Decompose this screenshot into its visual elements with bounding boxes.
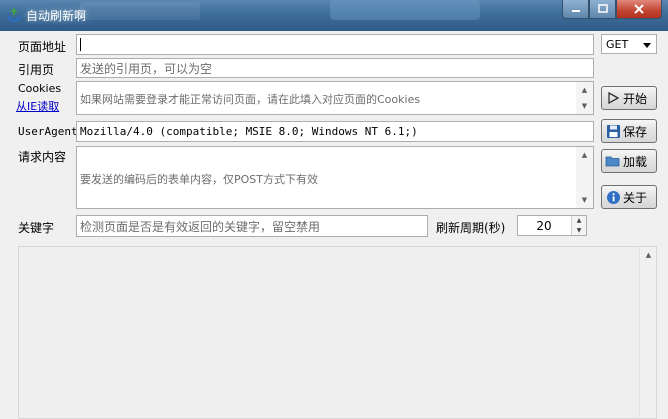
scroll-up-icon[interactable]: ▲ <box>640 248 657 262</box>
referer-placeholder: 发送的引用页，可以为空 <box>80 61 213 76</box>
useragent-input[interactable]: Mozilla/4.0 (compatible; MSIE 8.0; Windo… <box>76 121 594 142</box>
cookies-label: Cookies <box>18 82 62 95</box>
folder-icon <box>605 153 621 169</box>
keyword-input[interactable]: 检测页面是否是有效返回的关键字，留空禁用 <box>76 215 428 237</box>
play-icon <box>605 90 621 106</box>
url-input[interactable] <box>76 34 594 55</box>
info-icon <box>605 189 621 205</box>
useragent-value: Mozilla/4.0 (compatible; MSIE 8.0; Windo… <box>80 125 418 138</box>
keyword-label: 关键字 <box>18 221 55 235</box>
about-label: 关于 <box>623 190 648 205</box>
chevron-down-icon <box>643 43 651 48</box>
body-label: 请求内容 <box>18 150 67 164</box>
floppy-icon <box>605 123 621 139</box>
method-select[interactable]: GET <box>601 34 657 54</box>
read-from-ie-link[interactable]: 从IE读取 <box>16 98 59 114</box>
recycle-icon <box>7 8 21 23</box>
period-spinner[interactable]: 20 ▲ ▼ <box>517 215 587 236</box>
scroll-down-icon[interactable]: ▼ <box>576 99 593 113</box>
window-title: 自动刷新啊 <box>26 9 87 23</box>
cookies-placeholder: 如果网站需要登录才能正常访问页面，请在此填入对应页面的Cookies <box>80 93 421 106</box>
scroll-up-icon[interactable]: ▲ <box>576 148 593 162</box>
about-button[interactable]: 关于 <box>601 185 657 209</box>
save-label: 保存 <box>623 124 648 139</box>
response-output-area[interactable]: ▲ <box>18 246 657 419</box>
method-value: GET <box>606 37 629 51</box>
minimize-button[interactable] <box>562 0 589 19</box>
period-label: 刷新周期(秒) <box>436 221 506 235</box>
start-button[interactable]: 开始 <box>601 86 657 110</box>
save-button[interactable]: 保存 <box>601 119 657 143</box>
main-window: 自动刷新啊 页面地址 GET 引用页 发送的引用页，可以为空 Cookies 从… <box>0 0 668 419</box>
load-button[interactable]: 加载 <box>601 149 657 173</box>
cookies-textarea[interactable]: 如果网站需要登录才能正常访问页面，请在此填入对应页面的Cookies ▲ ▼ <box>76 81 594 115</box>
spin-down-icon[interactable]: ▼ <box>572 226 586 236</box>
maximize-icon <box>597 4 608 13</box>
referer-label: 引用页 <box>18 63 55 77</box>
maximize-button[interactable] <box>589 0 616 19</box>
close-icon <box>634 4 644 14</box>
scroll-up-icon[interactable]: ▲ <box>576 83 593 97</box>
useragent-label: UserAgent <box>18 125 78 138</box>
url-label: 页面地址 <box>18 40 67 54</box>
start-label: 开始 <box>623 91 648 106</box>
title-bar: 自动刷新啊 <box>0 0 668 31</box>
minimize-icon <box>571 10 580 12</box>
keyword-placeholder: 检测页面是否是有效返回的关键字，留空禁用 <box>80 219 321 234</box>
body-textarea[interactable]: 要发送的编码后的表单内容，仅POST方式下有效 ▲ ▼ <box>76 146 594 209</box>
output-scrollbar[interactable]: ▲ <box>639 247 656 418</box>
spin-up-icon[interactable]: ▲ <box>572 216 586 226</box>
period-value: 20 <box>536 218 552 233</box>
scroll-down-icon[interactable]: ▼ <box>576 193 593 207</box>
body-placeholder: 要发送的编码后的表单内容，仅POST方式下有效 <box>80 173 318 186</box>
text-cursor <box>80 38 81 51</box>
cookies-scrollbar[interactable]: ▲ ▼ <box>576 82 593 114</box>
load-label: 加载 <box>623 154 648 169</box>
close-button[interactable] <box>616 0 662 19</box>
body-scrollbar[interactable]: ▲ ▼ <box>576 147 593 208</box>
referer-input[interactable]: 发送的引用页，可以为空 <box>76 58 594 78</box>
